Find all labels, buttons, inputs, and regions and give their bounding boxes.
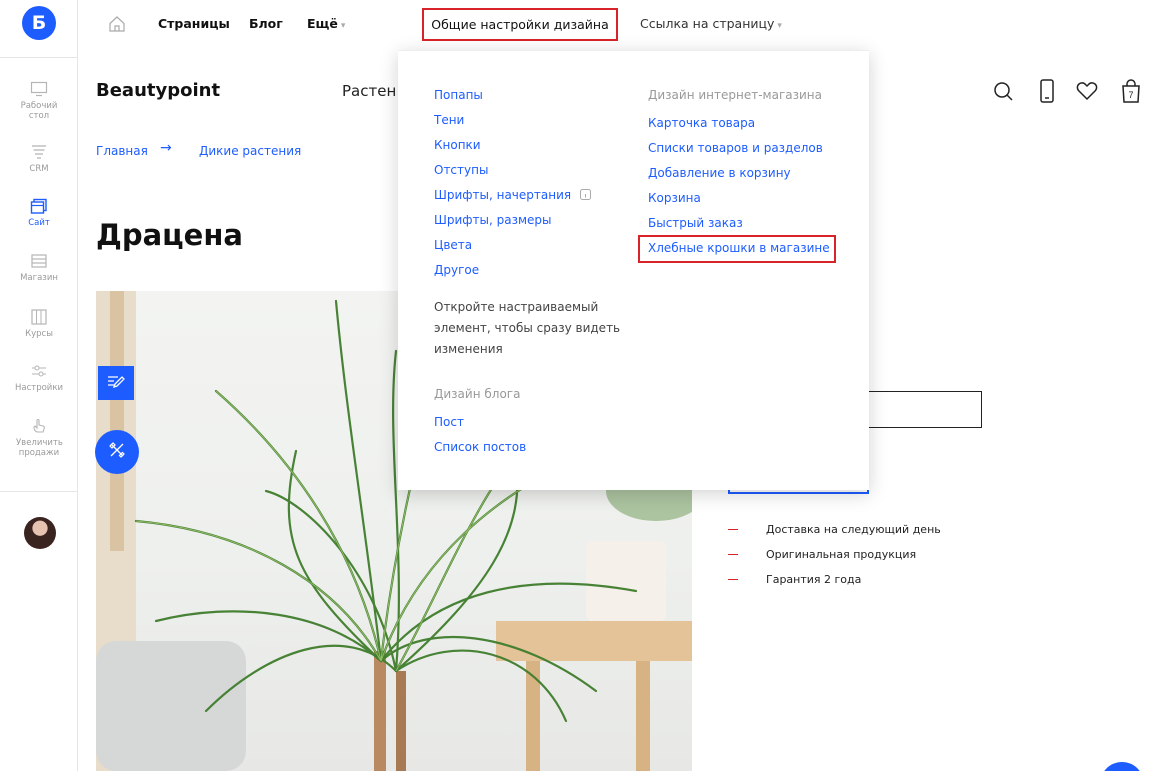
rail-item-label: Сайт <box>28 218 50 228</box>
page-link-label: Ссылка на страницу <box>640 16 775 31</box>
blog-design-heading: Дизайн блога <box>434 387 521 401</box>
menu-item-shadows[interactable]: Тени <box>434 113 464 127</box>
shop-design-heading: Дизайн интернет-магазина <box>648 88 822 102</box>
design-settings-dropdown: Попапы Тени Кнопки Отступы Шрифты, начер… <box>398 50 869 490</box>
menu-item-post-list[interactable]: Список постов <box>434 440 526 454</box>
page-title: Драцена <box>96 218 243 252</box>
hand-pointer-icon <box>29 416 49 436</box>
design-tools-button[interactable] <box>95 430 139 474</box>
rail-item-label: Курсы <box>25 329 53 339</box>
rail-item-label: Магазин <box>20 273 58 283</box>
menu-item-product-lists[interactable]: Списки товаров и разделов <box>648 141 823 155</box>
courses-icon <box>29 307 49 327</box>
menu-item-font-styles[interactable]: Шрифты, начертания <box>434 188 591 202</box>
menu-item-cart[interactable]: Корзина <box>648 191 701 205</box>
more-menu[interactable]: Ещё ▾ <box>307 16 345 31</box>
site-icon <box>29 196 49 216</box>
menu-item-quick-order[interactable]: Быстрый заказ <box>648 216 743 230</box>
rail-divider <box>0 57 78 58</box>
benefit-text: Оригинальная продукция <box>766 548 917 561</box>
dash-icon <box>728 579 738 580</box>
menu-item-popups[interactable]: Попапы <box>434 88 483 102</box>
edit-block-button[interactable] <box>98 366 134 400</box>
info-icon <box>579 189 591 200</box>
breadcrumb-home[interactable]: Главная <box>96 144 148 158</box>
rail-item-shop[interactable]: Магазин <box>0 251 78 283</box>
benefit-item: Гарантия 2 года <box>728 573 861 586</box>
dash-icon <box>728 554 738 555</box>
search-icon[interactable] <box>991 78 1017 104</box>
cart-count: 7 <box>1128 90 1133 100</box>
dash-icon <box>728 529 738 530</box>
phone-icon[interactable] <box>1034 78 1060 104</box>
page-link-menu[interactable]: Ссылка на страницу ▾ <box>640 16 782 31</box>
design-settings-button[interactable]: Общие настройки дизайна <box>422 8 618 41</box>
site-nav-item[interactable]: Растен <box>342 82 396 100</box>
rail-item-desktop[interactable]: Рабочий стол <box>0 79 78 121</box>
desktop-icon <box>29 79 49 99</box>
menu-item-font-sizes[interactable]: Шрифты, размеры <box>434 213 551 227</box>
blog-menu[interactable]: Блог <box>249 16 283 31</box>
rail-item-courses[interactable]: Курсы <box>0 307 78 339</box>
chevron-down-icon: ▾ <box>340 21 346 31</box>
tools-icon <box>107 440 127 464</box>
menu-item-post[interactable]: Пост <box>434 415 464 429</box>
pages-menu[interactable]: Страницы <box>158 16 230 31</box>
edit-icon <box>106 371 126 395</box>
breadcrumb-separator: → <box>160 140 172 156</box>
menu-item-colors[interactable]: Цвета <box>434 238 472 252</box>
settings-slider-icon <box>29 361 49 381</box>
rail-item-label: Увеличить продажи <box>16 438 63 458</box>
rail-item-label: Рабочий стол <box>20 101 58 121</box>
cart-bag-icon[interactable]: 7 <box>1118 78 1144 104</box>
highlight-frame <box>638 235 836 263</box>
rail-item-crm[interactable]: CRM <box>0 142 78 174</box>
breadcrumb-current[interactable]: Дикие растения <box>199 144 301 158</box>
rail-item-boost-sales[interactable]: Увеличить продажи <box>0 416 78 458</box>
chat-widget-button[interactable] <box>1100 762 1144 771</box>
chevron-down-icon: ▾ <box>777 21 782 31</box>
rail-item-label: Настройки <box>14 383 63 393</box>
dropdown-hint: Откройте настраиваемый элемент, чтобы ср… <box>434 300 621 356</box>
benefit-text: Доставка на следующий день <box>766 523 941 536</box>
rail-item-label: CRM <box>29 164 49 174</box>
menu-item-other[interactable]: Другое <box>434 263 479 277</box>
menu-item-spacing[interactable]: Отступы <box>434 163 488 177</box>
rail-item-settings[interactable]: Настройки <box>0 361 78 393</box>
home-icon[interactable] <box>108 15 126 33</box>
editor-topbar: Страницы Блог Ещё ▾ Общие настройки дизай… <box>78 0 1160 48</box>
shop-icon <box>29 251 49 271</box>
more-menu-label: Ещё <box>307 16 338 31</box>
menu-item-label: Шрифты, начертания <box>434 188 572 202</box>
rail-divider <box>0 491 78 492</box>
menu-item-buttons[interactable]: Кнопки <box>434 138 481 152</box>
left-rail: Б Рабочий стол CRM Сайт Магазин Курсы На… <box>0 0 78 771</box>
heart-icon[interactable] <box>1074 78 1100 104</box>
menu-item-add-to-cart[interactable]: Добавление в корзину <box>648 166 791 180</box>
site-brand[interactable]: Beautypoint <box>96 80 220 101</box>
benefit-item: Оригинальная продукция <box>728 548 916 561</box>
benefit-item: Доставка на следующий день <box>728 523 941 536</box>
app-logo[interactable]: Б <box>22 6 56 40</box>
rail-item-site[interactable]: Сайт <box>0 196 78 228</box>
benefit-text: Гарантия 2 года <box>766 573 862 586</box>
funnel-icon <box>29 142 49 162</box>
menu-item-product-card[interactable]: Карточка товара <box>648 116 755 130</box>
avatar[interactable] <box>24 517 56 549</box>
